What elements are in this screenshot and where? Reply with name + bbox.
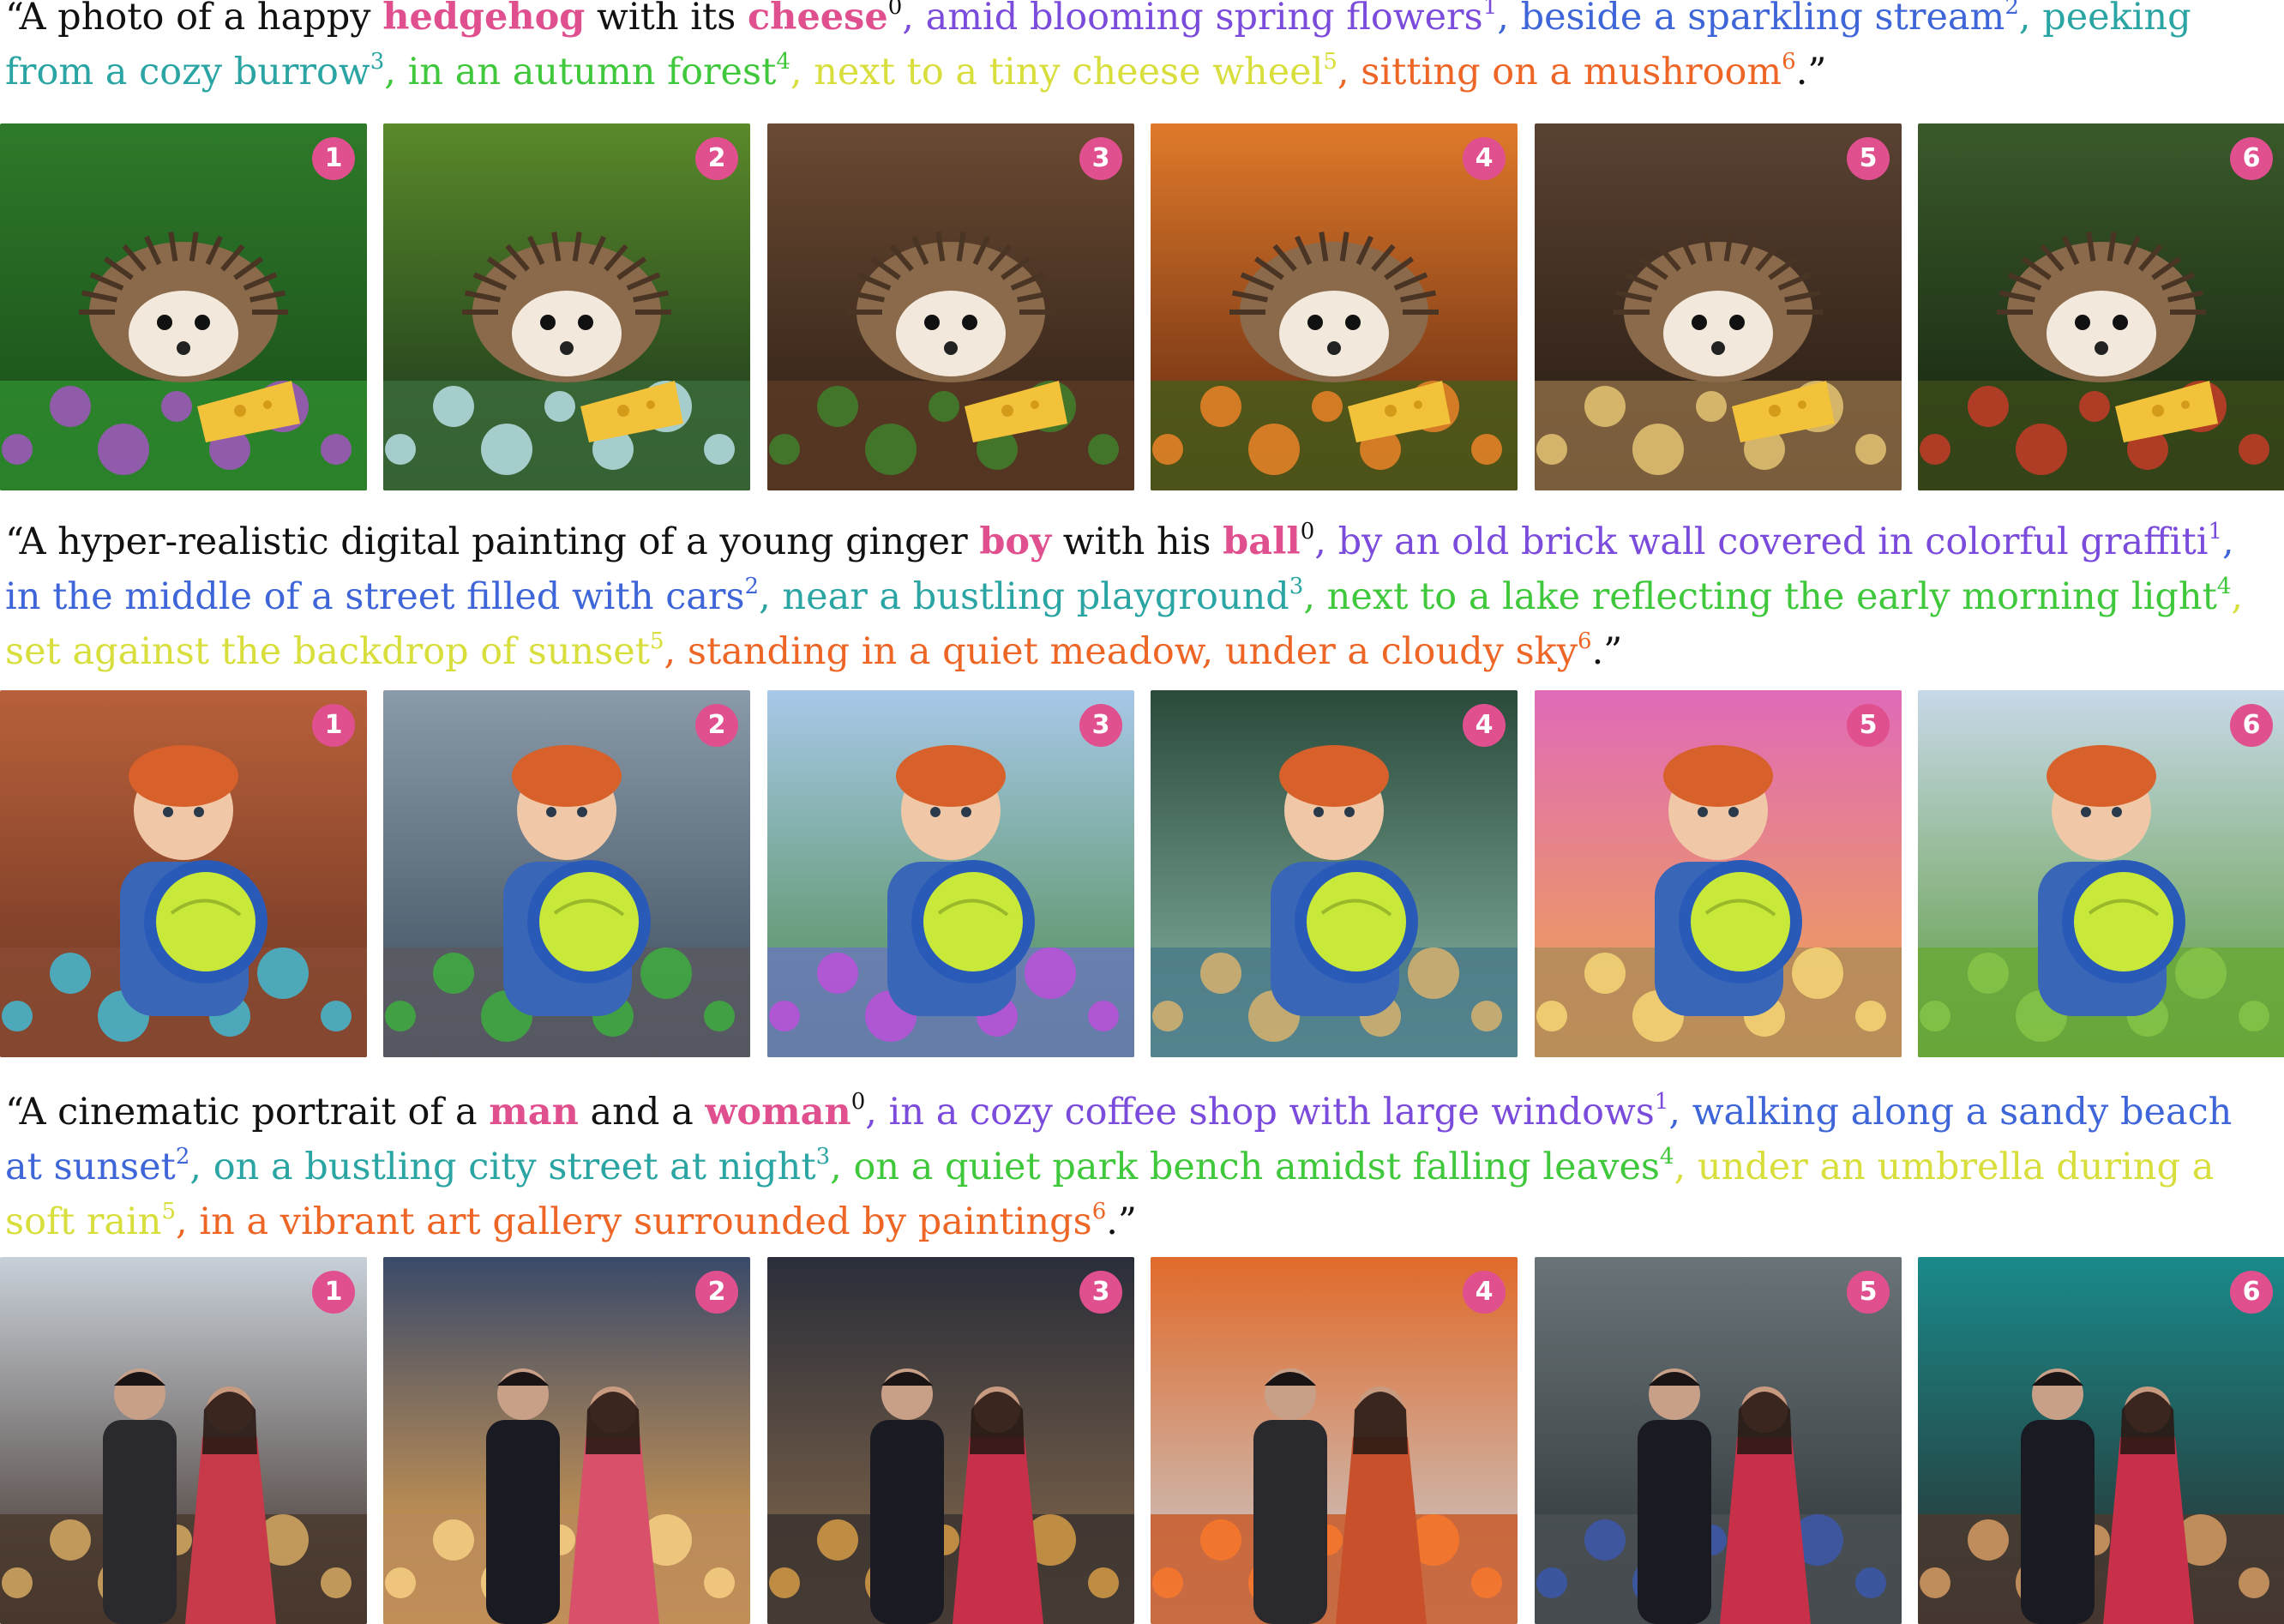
scene-number-badge: 3 [1079,1271,1122,1314]
scene-image-3: 3 [767,1257,1134,1624]
prompt-open: “A photo of a happy [5,0,383,39]
scene-number-badge: 5 [1847,704,1890,747]
scene-number-badge: 1 [312,1271,355,1314]
scene-phrase-1: , by an old brick wall covered in colorf… [1314,519,2223,563]
scene-phrase-6: , in a vibrant art gallery surrounded by… [176,1199,1107,1243]
scene-image-2: 2 [383,690,750,1057]
ball-icon [1295,860,1418,983]
scene-number-badge: 2 [695,1271,738,1314]
scene-image-4: 4 [1151,1257,1518,1624]
scene-index: 0 [887,0,903,20]
scene-number-badge: 2 [695,137,738,180]
scene-number-badge: 5 [1847,1271,1890,1314]
ball-icon [1679,860,1802,983]
scene-number-badge: 5 [1847,137,1890,180]
scene-image-4: 4 [1151,123,1518,490]
scene-phrase-5: , next to a tiny cheese wheel5 [790,49,1337,93]
scene-image-6: 6 [1918,690,2284,1057]
prompt-1: “A photo of a happy hedgehog with its ch… [5,0,2279,99]
scene-number-badge: 3 [1079,704,1122,747]
scene-image-5: 5 [1535,123,1902,490]
subject-word: man [489,1091,579,1134]
scene-image-2: 2 [383,123,750,490]
scene-index: 0 [1300,519,1315,544]
scene-number-badge: 6 [2230,137,2273,180]
prompt-open: “A cinematic portrait of a [5,1091,490,1134]
prompt-close: .” [1106,1200,1137,1243]
scene-phrase-6: , sitting on a mushroom6 [1337,49,1796,93]
prompt-open: “A hyper-realistic digital painting of a… [5,520,980,563]
scene-number-badge: 3 [1079,137,1122,180]
ball-icon [527,860,651,983]
subject-word: hedgehog [382,0,586,39]
scene-number-badge: 1 [312,137,355,180]
ball-icon [144,860,267,983]
prompt-close: .” [1795,51,1827,93]
scene-image-1: 1 [0,123,367,490]
scene-image-5: 5 [1535,1257,1902,1624]
prompt-connector: with its [585,0,748,39]
scene-image-6: 6 [1918,1257,2284,1624]
scene-image-3: 3 [767,690,1134,1057]
scene-image-6: 6 [1918,123,2284,490]
scene-phrase-6: , standing in a quiet meadow, under a cl… [664,629,1592,673]
scene-phrase-2: , beside a sparkling stream2 [1497,0,2019,39]
scene-phrase-4: , in an autumn forest4 [384,49,790,93]
image-row-3: 1 2 3 4 5 6 [0,1257,2284,1624]
scene-image-3: 3 [767,123,1134,490]
prompt-connector: with his [1051,520,1223,563]
scene-phrase-4: , on a quiet park bench amidst falling l… [830,1144,1674,1188]
scene-image-2: 2 [383,1257,750,1624]
scene-number-badge: 4 [1463,704,1506,747]
scene-image-1: 1 [0,690,367,1057]
scene-number-badge: 1 [312,704,355,747]
scene-phrase-4: , next to a lake reflecting the early mo… [1303,574,2232,618]
scene-phrase-1: , in a cozy coffee shop with large windo… [865,1089,1669,1134]
image-row-2: 1 2 3 4 5 6 [0,690,2284,1057]
subject-word: cheese [748,0,888,39]
scene-phrase-1: , amid blooming spring flowers1 [902,0,1498,39]
prompt-3: “A cinematic portrait of a man and a wom… [5,1085,2279,1249]
scene-image-5: 5 [1535,690,1902,1057]
scene-phrase-3: , near a bustling playground3 [759,574,1304,618]
ball-icon [911,860,1035,983]
prompt-connector: and a [578,1091,706,1134]
scene-image-4: 4 [1151,690,1518,1057]
ball-icon [2062,860,2185,983]
subject-word: woman [705,1091,851,1134]
subject-word: boy [979,520,1052,563]
scene-number-badge: 2 [695,704,738,747]
scene-image-1: 1 [0,1257,367,1624]
scene-phrase-3: , on a bustling city street at night3 [189,1144,831,1188]
scene-number-badge: 6 [2230,704,2273,747]
subject-word: ball [1223,520,1301,563]
scene-index: 0 [850,1089,866,1115]
scene-number-badge: 6 [2230,1271,2273,1314]
prompt-close: .” [1591,630,1623,673]
scene-number-badge: 4 [1463,137,1506,180]
prompt-2: “A hyper-realistic digital painting of a… [5,514,2279,679]
scene-number-badge: 4 [1463,1271,1506,1314]
image-row-1: 1 2 3 4 5 6 [0,123,2284,490]
